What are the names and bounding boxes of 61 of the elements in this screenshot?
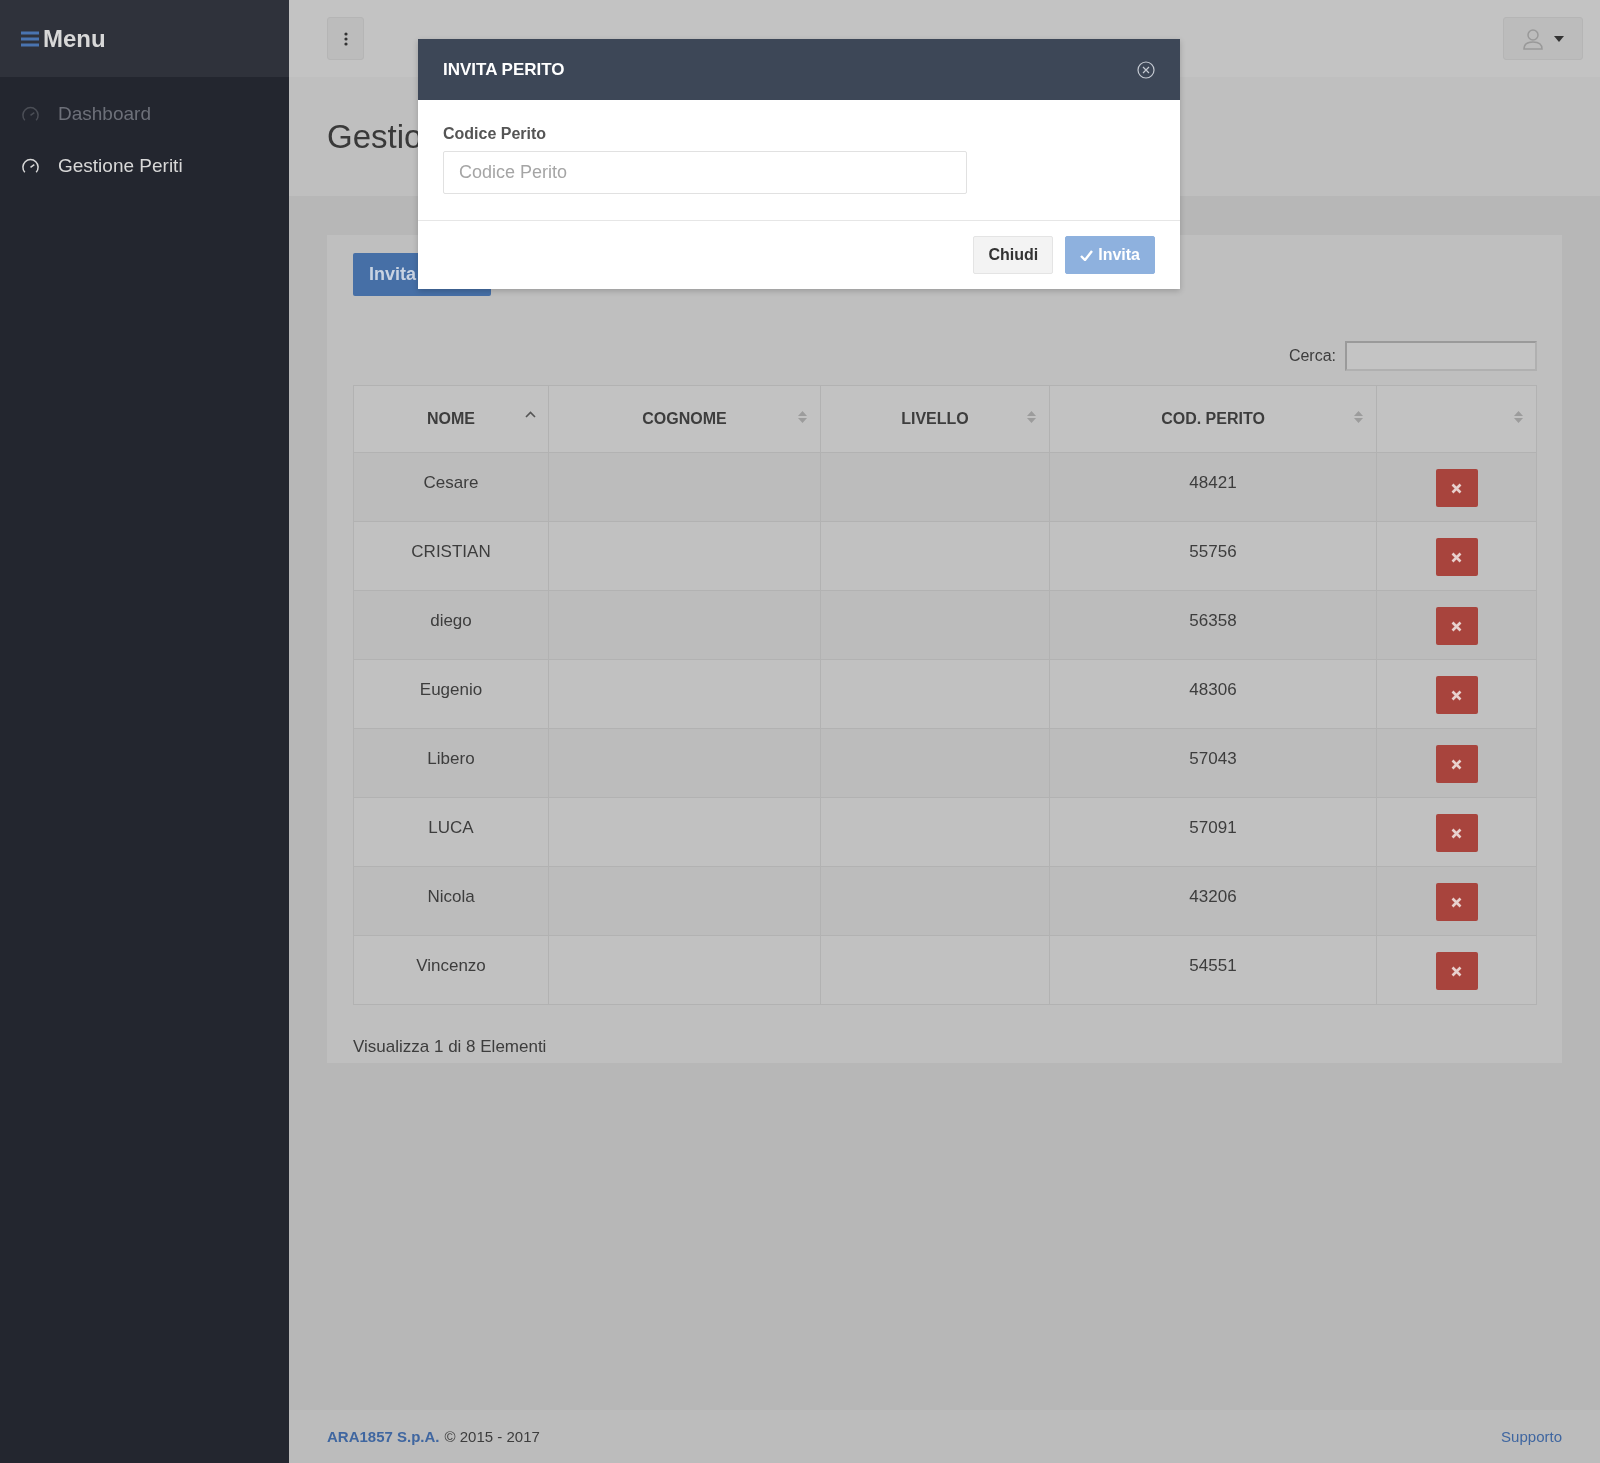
- close-icon: [1137, 60, 1155, 79]
- table-cell: Eugenio: [353, 659, 549, 729]
- table-cell: 57043: [1049, 728, 1377, 798]
- column-label: NOME: [427, 410, 475, 427]
- kebab-icon: [343, 31, 348, 46]
- table-cell: Nicola: [353, 866, 549, 936]
- delete-button[interactable]: [1435, 814, 1478, 852]
- table-cell: Libero: [353, 728, 549, 798]
- close-icon: [1451, 827, 1462, 839]
- code-input-field[interactable]: Codice Perito: [443, 151, 967, 194]
- close-button[interactable]: [1137, 60, 1155, 79]
- column-label: COGNOME: [642, 410, 727, 427]
- table-cell: 48421: [1049, 452, 1377, 522]
- dialog-button[interactable]: Chiudi: [973, 236, 1054, 274]
- delete-button[interactable]: [1435, 745, 1478, 783]
- table-cell: LUCA: [353, 797, 549, 867]
- copyright-text: © 2015 - 2017: [444, 1428, 540, 1445]
- close-icon: [1451, 758, 1462, 770]
- column-header[interactable]: COD. PERITO: [1049, 385, 1377, 453]
- support-link[interactable]: Supporto: [1501, 1428, 1562, 1445]
- close-icon: [1451, 896, 1462, 908]
- table-cell: CRISTIAN: [353, 521, 549, 591]
- delete-button[interactable]: [1435, 607, 1478, 645]
- table-cell: 54551: [1049, 935, 1377, 1005]
- menu-title: Menu: [43, 24, 106, 53]
- table-cell: 55756: [1049, 521, 1377, 591]
- user-icon: [1522, 27, 1544, 50]
- column-label: LIVELLO: [901, 410, 969, 427]
- delete-button[interactable]: [1435, 952, 1478, 990]
- table-cell: Vincenzo: [353, 935, 549, 1005]
- delete-button[interactable]: [1435, 538, 1478, 576]
- menu-icon[interactable]: [21, 30, 39, 47]
- column-header[interactable]: COGNOME: [548, 385, 821, 453]
- dialog-title: INVITA PERITO: [443, 59, 565, 80]
- close-icon: [1451, 620, 1462, 632]
- table-cell: 56358: [1049, 590, 1377, 660]
- table-info: Visualizza 1 di 8 Elementi: [353, 1037, 548, 1057]
- check-icon: [1080, 249, 1094, 261]
- column-label: COD. PERITO: [1161, 410, 1265, 427]
- table-cell: 43206: [1049, 866, 1377, 936]
- close-icon: [1451, 551, 1462, 563]
- close-icon: [1451, 482, 1462, 494]
- company-link[interactable]: ARA1857 S.p.A.: [327, 1428, 440, 1445]
- column-header[interactable]: NOME: [353, 385, 549, 453]
- search-label: Cerca:: [1288, 347, 1336, 365]
- table-cell: diego: [353, 590, 549, 660]
- close-icon: [1451, 689, 1462, 701]
- column-header[interactable]: LIVELLO: [820, 385, 1050, 453]
- delete-button[interactable]: [1435, 883, 1478, 921]
- delete-button[interactable]: [1435, 469, 1478, 507]
- sidebar-item[interactable]: Gestione Periti: [21, 151, 183, 181]
- table-cell: Cesare: [353, 452, 549, 522]
- sort-ascending-icon[interactable]: [525, 410, 536, 419]
- page-title: Gestio: [327, 117, 423, 156]
- caret-icon: [1554, 35, 1564, 42]
- table-cell: 57091: [1049, 797, 1377, 867]
- field-label: Codice Perito: [443, 125, 548, 143]
- close-icon: [1451, 965, 1462, 977]
- table-cell: 48306: [1049, 659, 1377, 729]
- search-field[interactable]: [1345, 341, 1537, 371]
- delete-button[interactable]: [1435, 676, 1478, 714]
